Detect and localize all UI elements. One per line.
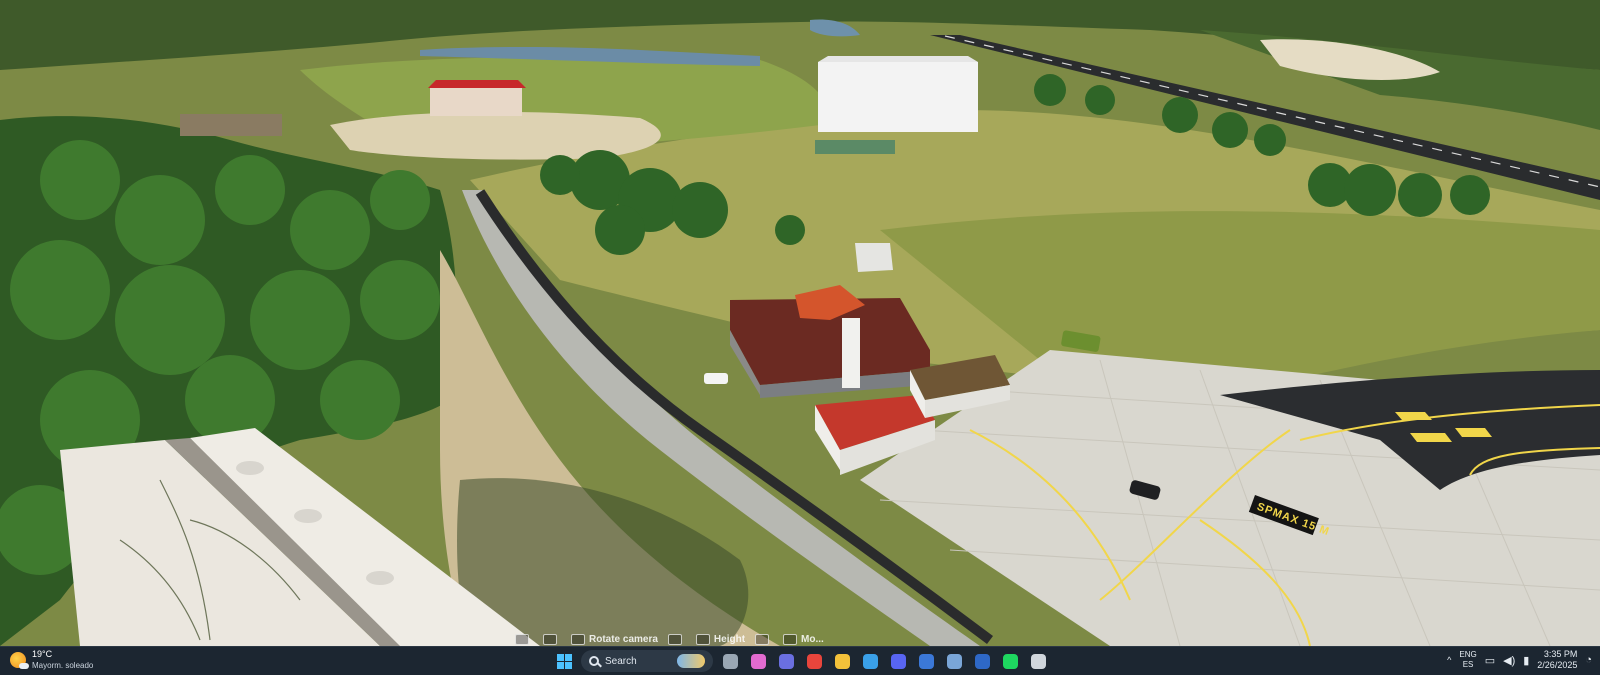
chrome-icon <box>806 653 822 669</box>
control-hints-bar: Rotate camera Height Mo... <box>515 633 824 646</box>
search-highlight-icon <box>677 654 705 668</box>
spotify-icon[interactable] <box>999 650 1021 672</box>
task-view-icon[interactable] <box>719 650 741 672</box>
key-icon <box>783 634 798 645</box>
volume-icon[interactable]: ◀) <box>1503 654 1515 667</box>
taskbar-center: Search <box>553 650 1049 672</box>
hint-item <box>755 634 773 645</box>
search-input[interactable]: Search <box>581 650 713 672</box>
chrome-icon[interactable] <box>803 650 825 672</box>
battery-icon[interactable]: ▮ <box>1523 654 1529 667</box>
white-car <box>704 373 728 384</box>
app-icon[interactable] <box>971 650 993 672</box>
file-explorer-icon <box>834 653 850 669</box>
system-tray: ^ ENG ES ▭ ◀) ▮ 3:35 PM 2/26/2025 ◔ <box>1447 649 1592 671</box>
app-icon[interactable] <box>1027 650 1049 672</box>
white-warehouse <box>818 56 978 132</box>
copilot-icon[interactable] <box>747 650 769 672</box>
language-indicator[interactable]: ENG ES <box>1459 650 1476 670</box>
weather-temp: 19°C <box>32 649 53 659</box>
weather-desc: Mayorm. soleado <box>32 661 94 670</box>
key-icon <box>695 634 710 645</box>
green-shed <box>815 140 895 154</box>
app-icon <box>918 653 934 669</box>
hint-move: Mo... <box>783 634 824 645</box>
store-icon[interactable] <box>859 650 881 672</box>
weather-text: 19°C Mayorm. soleado <box>32 649 93 671</box>
discord-icon[interactable] <box>887 650 909 672</box>
flight-sim-window[interactable]: SPMAX 15 M Rotate camera Height Mo... <box>0 0 1600 675</box>
sun-cloud-icon <box>10 652 29 669</box>
windows-icon <box>556 653 572 669</box>
chevron-up-icon[interactable]: ^ <box>1447 655 1451 665</box>
weather-widget[interactable]: 19°C Mayorm. soleado <box>10 649 93 671</box>
file-explorer-icon[interactable] <box>831 650 853 672</box>
copilot-icon <box>750 653 766 669</box>
red-manor <box>428 80 526 116</box>
key-icon <box>667 634 682 645</box>
key-icon <box>543 634 557 645</box>
app-icon <box>1030 653 1046 669</box>
hint-item <box>667 634 686 645</box>
hint-item <box>543 634 561 645</box>
app-icon <box>974 653 990 669</box>
key-icon <box>515 634 529 645</box>
key-icon <box>571 634 585 645</box>
clock-time: 3:35 PM <box>1543 649 1578 659</box>
taskbar: 19°C Mayorm. soleado Search ^ ENG ES ▭ ◀… <box>0 646 1600 675</box>
small-house <box>855 243 893 272</box>
key-icon <box>755 634 770 645</box>
app-icon[interactable] <box>915 650 937 672</box>
start-button[interactable] <box>553 650 575 672</box>
ruin-building <box>180 114 282 136</box>
teams-icon <box>778 653 794 669</box>
notification-bell-icon[interactable]: ◔ <box>1585 654 1592 666</box>
search-icon <box>589 656 599 666</box>
teams-icon[interactable] <box>775 650 797 672</box>
task-view-icon <box>722 653 738 669</box>
flight-sim-icon <box>946 653 962 669</box>
hint-rotate-camera: Rotate camera <box>571 634 658 645</box>
spotify-icon <box>1002 653 1018 669</box>
store-icon <box>862 653 878 669</box>
discord-icon <box>890 653 906 669</box>
clock-date: 2/26/2025 <box>1537 660 1578 670</box>
search-placeholder: Search <box>605 655 637 667</box>
aerial-scene[interactable]: SPMAX 15 M <box>0 0 1600 646</box>
pinned-apps <box>719 650 1049 672</box>
flight-sim-icon[interactable] <box>943 650 965 672</box>
clock[interactable]: 3:35 PM 2/26/2025 <box>1537 649 1577 671</box>
hint-item <box>515 634 533 645</box>
main-hangar <box>730 285 930 398</box>
hint-height: Height <box>695 634 745 645</box>
display-icon[interactable]: ▭ <box>1485 654 1495 667</box>
